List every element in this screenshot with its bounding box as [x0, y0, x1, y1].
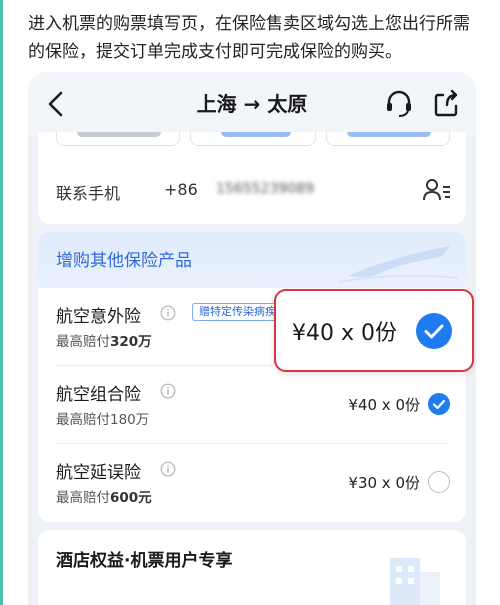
- country-code[interactable]: +86: [164, 180, 198, 199]
- customer-service-icon[interactable]: [384, 89, 414, 119]
- insurance-name: 航空意外险: [56, 307, 141, 327]
- insurance-row-delay[interactable]: 航空延误险 最高赔付600元 ¥30 x 0份: [38, 444, 466, 522]
- insurance-name: 航空组合险: [56, 385, 141, 405]
- callout-selected-checkbox[interactable]: [416, 313, 452, 349]
- insurance-price: ¥30 x 0份: [348, 474, 420, 492]
- checkmark-icon: [432, 399, 446, 410]
- insurance-row-combo[interactable]: 航空组合险 最高赔付180万 ¥40 x 0份: [38, 366, 466, 444]
- highlight-callout[interactable]: ¥40 x 0份: [274, 289, 474, 372]
- contact-phone-label: 联系手机: [56, 184, 121, 203]
- contact-book-icon[interactable]: [422, 177, 452, 203]
- unselected-checkbox[interactable]: [428, 471, 450, 493]
- payout-text: 最高赔付320万: [56, 334, 152, 350]
- building-icon: [390, 558, 440, 605]
- insurance-card: 增购其他保险产品 航空意外险 赠特定传染病疾 最高赔付320万 航空组合险 最高…: [38, 232, 466, 522]
- select-passenger-button[interactable]: [326, 132, 450, 146]
- airplane-decoration-icon: [338, 246, 458, 283]
- payout-text: 最高赔付180万: [56, 412, 150, 428]
- contact-card: 联系手机 +86 15655239089: [38, 132, 466, 224]
- info-icon[interactable]: [160, 305, 176, 321]
- nav-bar: 上海 → 太原: [28, 72, 476, 136]
- share-icon[interactable]: [432, 89, 460, 119]
- instruction-caption: 进入机票的购票填写页，在保险售卖区域勾选上您出行所需的保险，提交订单完成支付即可…: [28, 14, 470, 62]
- payout-text: 最高赔付600元: [56, 490, 152, 506]
- insurance-name: 航空延误险: [56, 463, 141, 483]
- left-accent-bar: [0, 0, 3, 605]
- hotel-benefit-card[interactable]: 酒店权益·机票用户专享: [38, 530, 466, 605]
- insurance-header: 增购其他保险产品: [38, 232, 466, 288]
- hotel-benefit-title: 酒店权益·机票用户专享: [56, 551, 233, 571]
- info-icon[interactable]: [160, 383, 176, 399]
- insurance-price: ¥40 x 0份: [348, 396, 420, 414]
- add-passenger-button[interactable]: [190, 132, 316, 146]
- info-icon[interactable]: [160, 461, 176, 477]
- selected-checkbox[interactable]: [428, 393, 450, 415]
- callout-price: ¥40 x 0份: [292, 321, 397, 346]
- passenger-option-button[interactable]: [56, 132, 180, 146]
- checkmark-icon: [424, 324, 444, 339]
- contact-phone-input[interactable]: 15655239089: [216, 181, 314, 197]
- promo-tag: 赠特定传染病疾: [192, 303, 283, 321]
- insurance-section-title: 增购其他保险产品: [56, 251, 192, 271]
